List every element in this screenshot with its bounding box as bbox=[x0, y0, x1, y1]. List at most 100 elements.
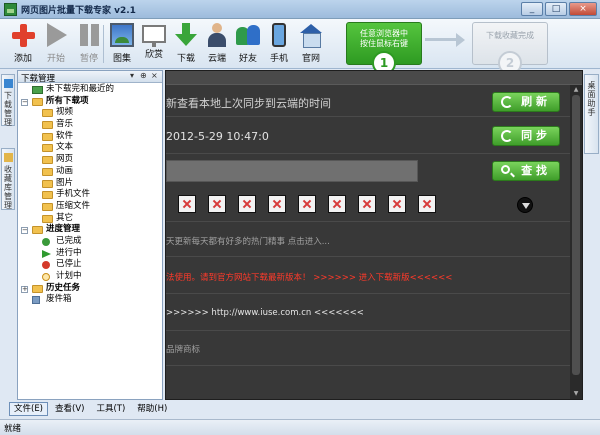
menu-bar: 文件(E) 查看(V) 工具(T) 帮助(H) bbox=[9, 402, 174, 416]
tree-item-10[interactable]: 压缩文件 bbox=[18, 201, 162, 213]
sync-button[interactable]: 同 步 bbox=[492, 126, 560, 146]
download-button[interactable]: 下载 bbox=[171, 23, 201, 67]
scroll-down-arrow-icon[interactable]: ▼ bbox=[572, 390, 580, 398]
tree-item-3[interactable]: 音乐 bbox=[18, 119, 162, 131]
tree-item-label: 其它 bbox=[56, 212, 74, 223]
home-icon bbox=[299, 23, 323, 48]
tree-item-18[interactable]: 废件箱 bbox=[18, 294, 162, 306]
scroll-thumb[interactable] bbox=[572, 95, 580, 375]
friends-button[interactable]: 好友 bbox=[233, 23, 263, 67]
broken-image-icon[interactable] bbox=[208, 195, 226, 213]
pause-button[interactable]: 暂停 bbox=[74, 23, 104, 67]
step2-guide: 下载收藏完成 2 bbox=[472, 22, 548, 75]
warning-row[interactable]: 法使用。请到官方网站下载最新版本！ >>>>>> 进入下载新版<<<<<< bbox=[166, 258, 570, 294]
minimize-icon[interactable]: _ bbox=[521, 2, 543, 16]
website-button[interactable]: 官网 bbox=[296, 23, 326, 67]
window-controls: _ □ × bbox=[521, 2, 597, 16]
tree-item-label: 手机文件 bbox=[56, 189, 91, 200]
vertical-scrollbar[interactable]: ▲ ▼ bbox=[570, 85, 582, 399]
news-row[interactable]: 天更新每天都有好多的热门精事 点击进入... bbox=[166, 221, 570, 257]
broken-image-icon[interactable] bbox=[268, 195, 286, 213]
broken-image-icon[interactable] bbox=[358, 195, 376, 213]
phone-label: 手机 bbox=[269, 54, 288, 64]
tree-item-15[interactable]: 已停止 bbox=[18, 259, 162, 271]
search-icon bbox=[501, 165, 510, 174]
pause-label: 暂停 bbox=[79, 54, 98, 64]
tree-item-7[interactable]: 动画 bbox=[18, 166, 162, 178]
tree-item-4[interactable]: 软件 bbox=[18, 131, 162, 143]
tree-item-1[interactable]: − 所有下载项 bbox=[18, 96, 162, 108]
start-label: 开始 bbox=[46, 54, 65, 64]
start-button[interactable]: 开始 bbox=[41, 23, 71, 67]
news-text[interactable]: 天更新每天都有好多的热门精事 点击进入... bbox=[166, 235, 330, 247]
close-icon[interactable]: × bbox=[569, 2, 597, 16]
search-label: 查 找 bbox=[521, 164, 547, 177]
cloud-button[interactable]: 云端 bbox=[202, 23, 232, 67]
tree-item-8[interactable]: 图片 bbox=[18, 178, 162, 190]
panel-dropdown-icon[interactable]: ▾ bbox=[130, 71, 134, 80]
broken-image-icon[interactable] bbox=[418, 195, 436, 213]
tree-item-2[interactable]: 视频 bbox=[18, 107, 162, 119]
favorites-icon bbox=[3, 153, 13, 162]
expand-icon[interactable]: + bbox=[21, 285, 28, 293]
tree-item-16[interactable]: 计划中 bbox=[18, 271, 162, 283]
status-bar: 就绪 bbox=[0, 419, 600, 435]
add-button[interactable]: 添加 bbox=[8, 23, 38, 67]
menu-view[interactable]: 查看(V) bbox=[50, 402, 89, 416]
search-button[interactable]: 查 找 bbox=[492, 161, 560, 181]
panel-pin-icon[interactable]: ⊕ bbox=[140, 71, 147, 80]
view-label: 欣赏 bbox=[144, 50, 163, 60]
tree-item-5[interactable]: 文本 bbox=[18, 142, 162, 154]
tree-item-label: 进行中 bbox=[56, 247, 82, 258]
maximize-icon[interactable]: □ bbox=[545, 2, 567, 16]
refresh-button[interactable]: 刷 新 bbox=[492, 92, 560, 112]
scroll-down-icon[interactable] bbox=[517, 197, 533, 213]
tab-desktop-assistant[interactable]: 桌面助手 bbox=[584, 74, 599, 154]
phone-icon bbox=[272, 23, 286, 47]
broken-image-icon[interactable] bbox=[328, 195, 346, 213]
folder-icon bbox=[42, 156, 53, 165]
brand-row: 品牌商标 bbox=[166, 332, 570, 366]
tab-download-manager-label: 下载管理 bbox=[4, 91, 12, 127]
tree-item-12[interactable]: − 进度管理 bbox=[18, 224, 162, 236]
tree-item-17[interactable]: + 历史任务 bbox=[18, 283, 162, 295]
stopped-icon bbox=[42, 261, 50, 270]
folder-icon bbox=[42, 202, 53, 211]
tree-item-9[interactable]: 手机文件 bbox=[18, 189, 162, 201]
menu-file[interactable]: 文件(E) bbox=[9, 402, 49, 416]
view-button[interactable]: 欣赏 bbox=[139, 23, 169, 67]
tree-item-14[interactable]: 进行中 bbox=[18, 248, 162, 260]
tree-item-label: 已完成 bbox=[56, 235, 82, 246]
broken-image-icon[interactable] bbox=[298, 195, 316, 213]
cloud-user-icon bbox=[205, 23, 229, 47]
scroll-up-arrow-icon[interactable]: ▲ bbox=[572, 86, 580, 94]
toolbar-divider bbox=[103, 25, 104, 63]
collapse-icon[interactable]: − bbox=[21, 227, 28, 235]
search-input[interactable] bbox=[166, 160, 418, 182]
tab-favorites-manager[interactable]: 收藏库管理 bbox=[1, 148, 15, 210]
menu-tools[interactable]: 工具(T) bbox=[91, 402, 130, 416]
tree-item-6[interactable]: 网页 bbox=[18, 154, 162, 166]
tree-item-0[interactable]: 未下载完和最近的 bbox=[18, 84, 162, 96]
broken-image-icon[interactable] bbox=[178, 195, 196, 213]
broken-image-icon[interactable] bbox=[238, 195, 256, 213]
url-row[interactable]: >>>>>> http://www.iuse.com.cn <<<<<<< bbox=[166, 295, 570, 331]
monitor-icon bbox=[142, 25, 166, 47]
tree-item-13[interactable]: 已完成 bbox=[18, 236, 162, 248]
window-title: 网页图片批量下载专家 v2.1 bbox=[21, 6, 136, 16]
website-link[interactable]: >>>>>> http://www.iuse.com.cn <<<<<<< bbox=[166, 308, 364, 318]
collapse-icon[interactable]: − bbox=[21, 98, 28, 106]
update-warning-text[interactable]: 法使用。请到官方网站下载最新版本！ >>>>>> 进入下载新版<<<<<< bbox=[166, 271, 452, 283]
menu-help[interactable]: 帮助(H) bbox=[132, 402, 172, 416]
tree-item-11[interactable]: 其它 bbox=[18, 213, 162, 225]
folder-icon bbox=[42, 144, 53, 153]
folder-icon bbox=[42, 109, 53, 118]
panel-close-icon[interactable]: × bbox=[151, 71, 158, 80]
recent-icon bbox=[32, 86, 43, 94]
phone-button[interactable]: 手机 bbox=[264, 23, 294, 67]
folder-icon bbox=[32, 226, 43, 235]
album-button[interactable]: 图集 bbox=[107, 23, 137, 67]
tab-download-manager[interactable]: 下载管理 bbox=[1, 74, 15, 127]
folder-icon bbox=[42, 179, 53, 188]
broken-image-icon[interactable] bbox=[388, 195, 406, 213]
